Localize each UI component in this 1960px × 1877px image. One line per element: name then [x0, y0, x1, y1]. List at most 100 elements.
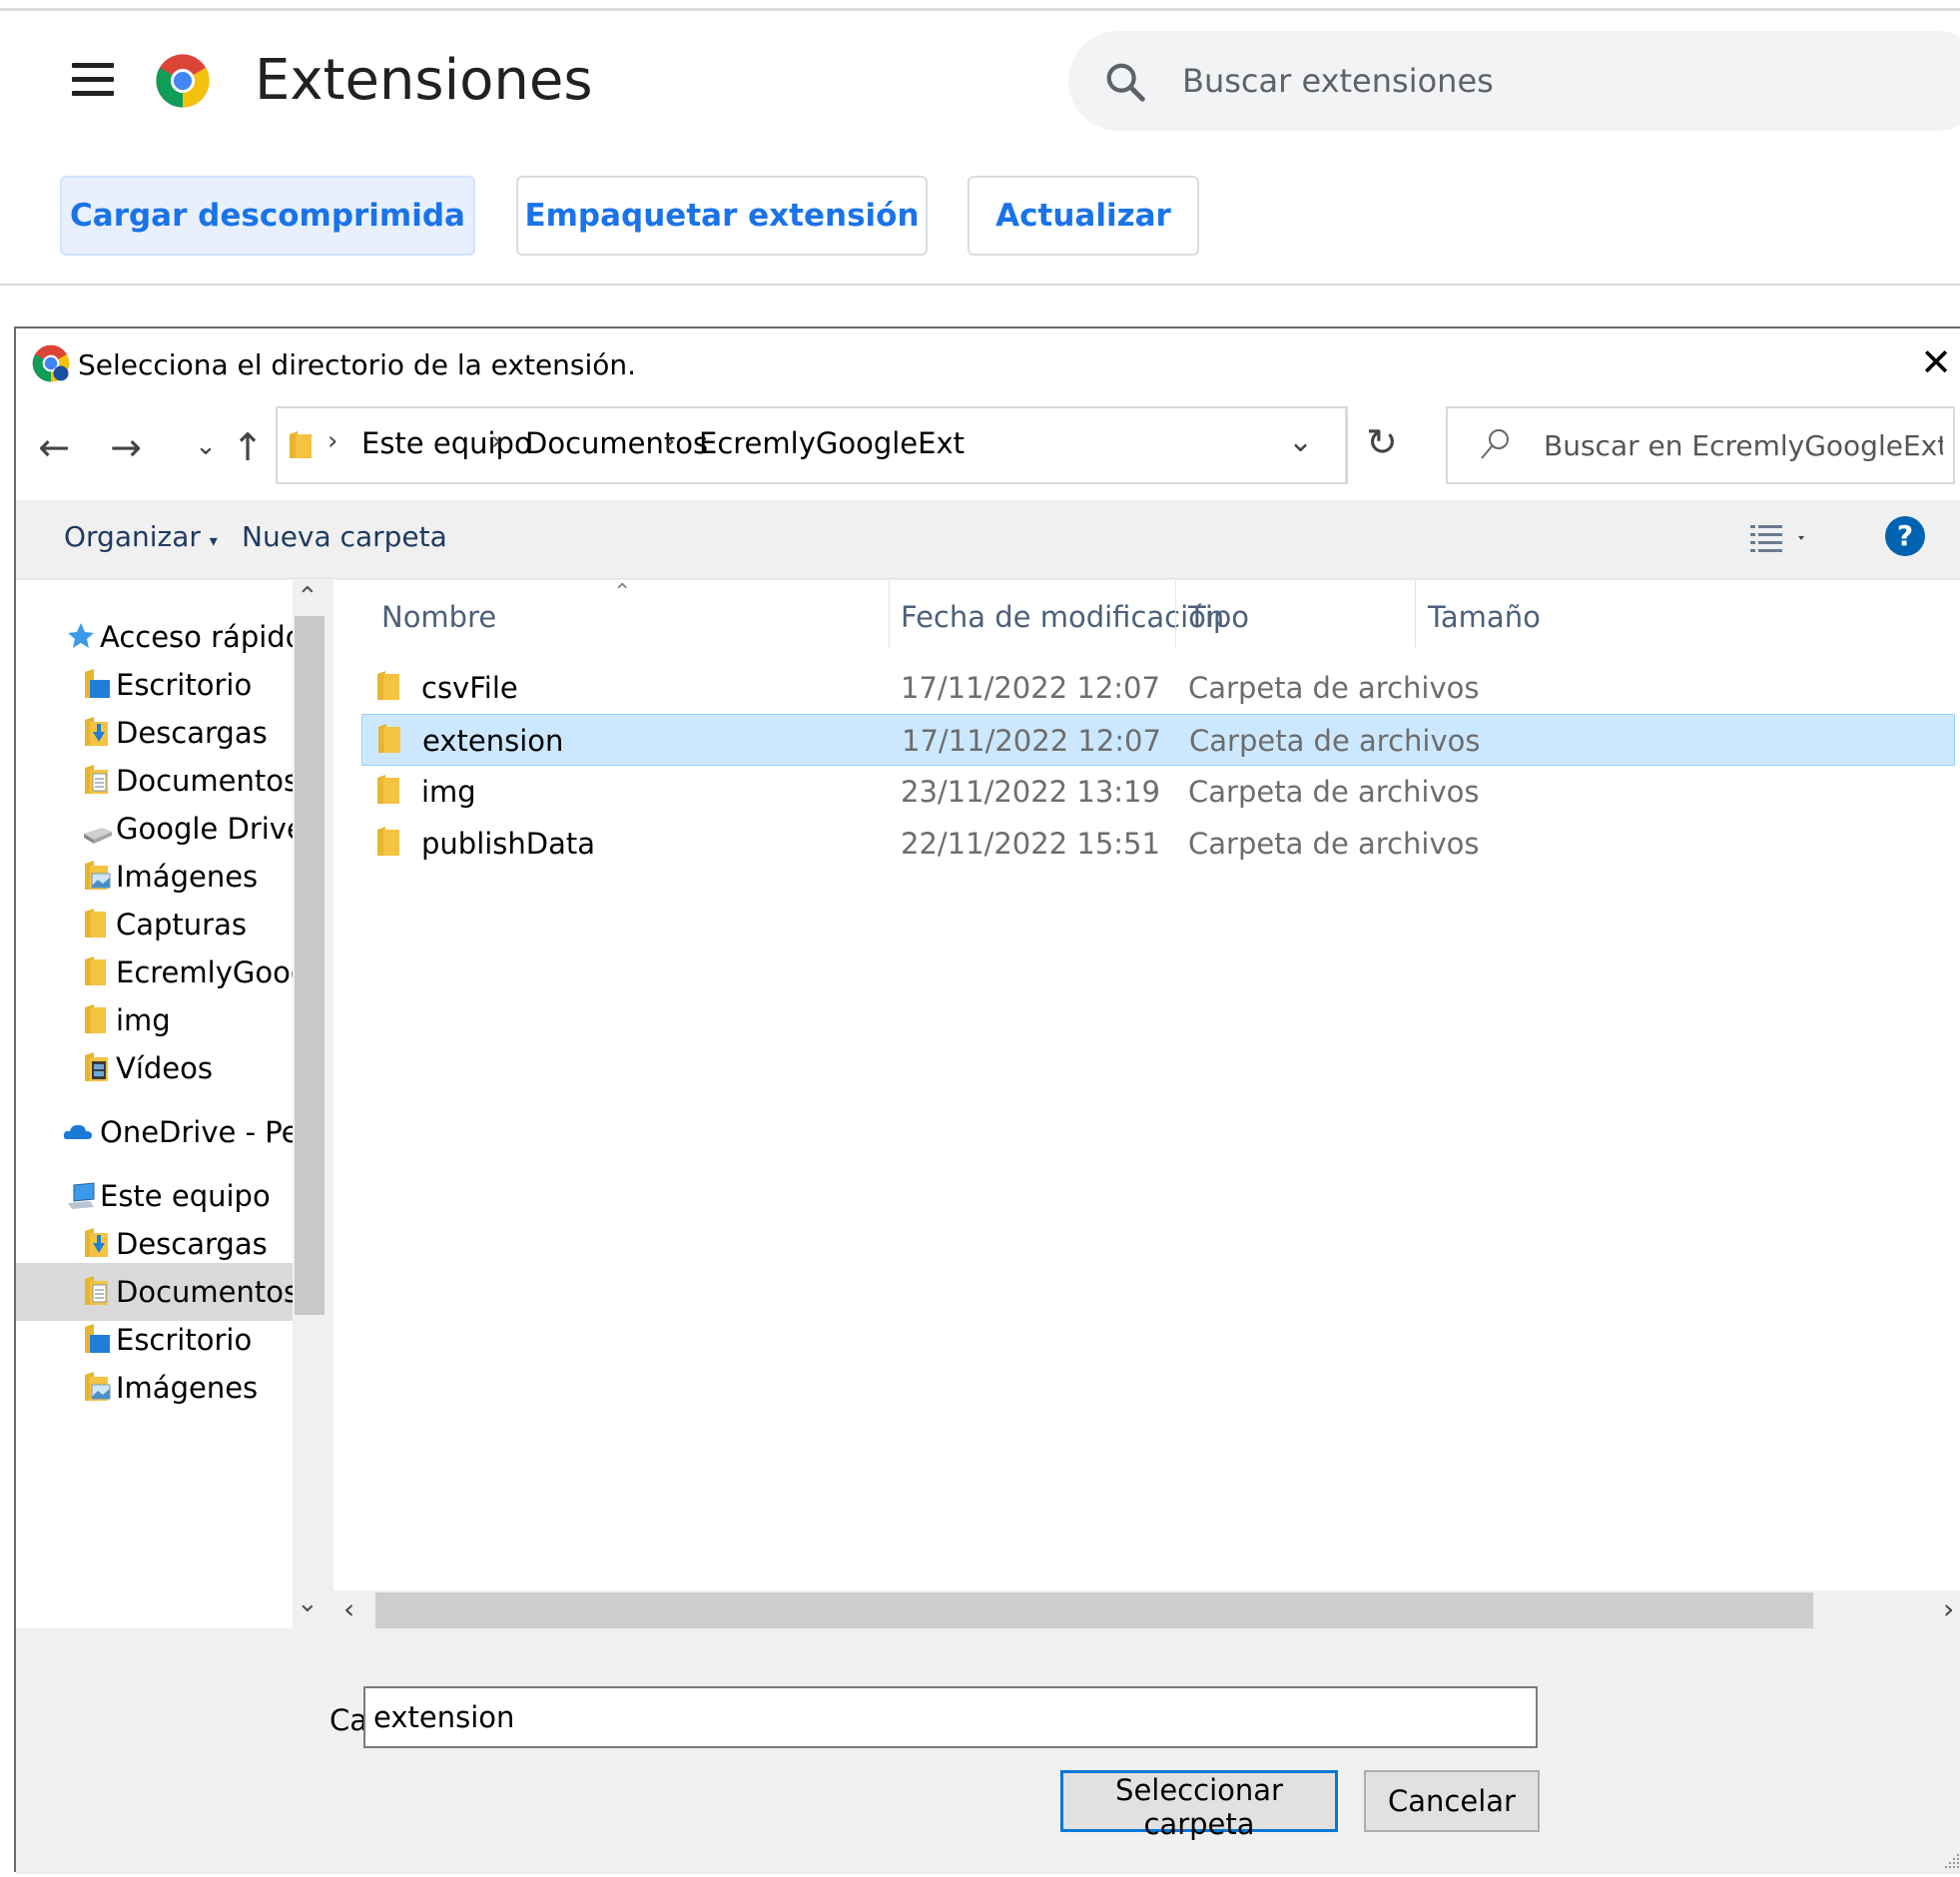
- folder-name-input[interactable]: [363, 1686, 1538, 1748]
- folder-picker-dialog: Selecciona el directorio de la extensión…: [14, 326, 1960, 1874]
- nav-label: Descargas: [116, 1227, 268, 1261]
- scrollbar-thumb[interactable]: [295, 616, 325, 1315]
- nav-label: Imágenes: [116, 860, 259, 894]
- folder-icon: [378, 724, 400, 753]
- nav-label: Documentos: [116, 1275, 300, 1309]
- resize-grip-icon[interactable]: [1941, 1850, 1960, 1870]
- nav-label: img: [116, 1003, 171, 1037]
- new-folder-button[interactable]: Nueva carpeta: [242, 520, 447, 553]
- nav-label: Capturas: [116, 908, 247, 941]
- column-header-type[interactable]: Tipo: [1188, 600, 1249, 634]
- cancel-button[interactable]: Cancelar: [1364, 1770, 1540, 1832]
- file-name: img: [421, 775, 476, 809]
- navigation-pane: Acceso rápido Escritorio Descargas Docum…: [16, 580, 326, 1628]
- downloads-folder-icon: [85, 1228, 108, 1257]
- toolbar-divider: [0, 284, 1960, 286]
- nav-pane-scrollbar[interactable]: ⌃ ⌄: [293, 580, 326, 1628]
- file-row[interactable]: csvFile 17/11/2022 12:07 Carpeta de arch…: [361, 662, 1955, 714]
- command-bar: Organizar ▾ Nueva carpeta ?: [16, 500, 1960, 579]
- chrome-logo-icon: [156, 54, 210, 108]
- refresh-icon[interactable]: ↻: [1366, 420, 1398, 464]
- breadcrumb-separator-icon: ›: [665, 426, 676, 456]
- organize-button[interactable]: Organizar ▾: [64, 520, 218, 553]
- search-icon: [1481, 429, 1509, 459]
- downloads-folder-icon: [85, 717, 108, 746]
- sort-ascending-icon: ⌃: [613, 580, 632, 605]
- select-folder-button[interactable]: Seleccionar carpeta: [1060, 1770, 1338, 1841]
- file-date: 17/11/2022 12:07: [902, 724, 1161, 758]
- documents-folder-icon: [85, 765, 108, 794]
- file-type: Carpeta de archivos: [1188, 775, 1480, 809]
- file-type: Carpeta de archivos: [1189, 724, 1481, 758]
- extensions-search[interactable]: [1068, 31, 1960, 131]
- pack-extension-button[interactable]: Empaquetar extensión: [516, 176, 928, 256]
- back-arrow-icon[interactable]: ←: [32, 425, 76, 469]
- nav-label: Vídeos: [116, 1051, 213, 1085]
- file-name: csvFile: [421, 671, 518, 705]
- scroll-up-icon[interactable]: ⌃: [297, 582, 319, 612]
- breadcrumb-separator-icon: ›: [491, 426, 502, 456]
- file-row-selected[interactable]: extension 17/11/2022 12:07 Carpeta de ar…: [361, 714, 1955, 766]
- scroll-down-icon[interactable]: ⌄: [297, 1588, 319, 1618]
- load-unpacked-button[interactable]: Cargar descomprimida: [60, 176, 475, 256]
- organize-label: Organizar: [64, 520, 201, 553]
- column-header-size[interactable]: Tamaño: [1428, 600, 1541, 634]
- breadcrumb-documentos[interactable]: Documentos: [525, 426, 708, 460]
- file-row[interactable]: publishData 22/11/2022 15:51 Carpeta de …: [361, 818, 1955, 870]
- nav-label: Imágenes: [116, 1371, 259, 1405]
- pictures-folder-icon: [85, 861, 111, 890]
- file-row[interactable]: img 23/11/2022 13:19 Carpeta de archivos: [361, 766, 1955, 818]
- desktop-folder-icon: [85, 669, 110, 698]
- file-date: 23/11/2022 13:19: [901, 775, 1160, 809]
- search-icon: [1106, 63, 1145, 102]
- column-divider: [1175, 580, 1176, 648]
- up-arrow-icon[interactable]: ↑: [226, 425, 270, 469]
- folder-icon: [85, 909, 106, 938]
- column-divider: [889, 580, 890, 648]
- computer-icon: [68, 1182, 95, 1209]
- page-title: Extensiones: [255, 48, 593, 113]
- breadcrumb-este-equipo[interactable]: Este equipo: [361, 426, 532, 460]
- nav-label: Este equipo: [100, 1179, 271, 1213]
- file-type: Carpeta de archivos: [1188, 671, 1480, 705]
- star-icon: [68, 623, 94, 648]
- folder-search-box[interactable]: [1446, 406, 1955, 484]
- drive-icon: [84, 828, 112, 844]
- pictures-folder-icon: [85, 1372, 111, 1401]
- search-input[interactable]: [1182, 55, 1901, 107]
- scroll-right-icon[interactable]: ›: [1943, 1592, 1954, 1625]
- file-list: ⌃ Nombre Fecha de modificación Tipo Tama…: [333, 580, 1960, 1630]
- column-header-name[interactable]: Nombre: [381, 600, 496, 634]
- file-list-horizontal-scrollbar[interactable]: ‹ ›: [333, 1590, 1960, 1630]
- help-icon[interactable]: ?: [1885, 516, 1925, 556]
- forward-arrow-icon[interactable]: →: [104, 425, 148, 469]
- nav-label: Escritorio: [116, 1323, 253, 1357]
- recent-locations-chevron-icon[interactable]: ⌄: [184, 431, 228, 461]
- dialog-titlebar: Selecciona el directorio de la extensión…: [16, 328, 1960, 403]
- nav-label: Google Drive: [116, 812, 305, 846]
- desktop-folder-icon: [85, 1324, 110, 1353]
- onedrive-cloud-icon: [63, 1124, 92, 1139]
- menu-icon[interactable]: [72, 63, 114, 97]
- folder-search-input[interactable]: [1544, 422, 1943, 468]
- file-type: Carpeta de archivos: [1188, 827, 1480, 861]
- folder-icon: [377, 827, 399, 856]
- address-dropdown-icon[interactable]: ⌄: [1288, 424, 1313, 459]
- file-name: publishData: [421, 827, 596, 861]
- close-icon[interactable]: ✕: [1913, 340, 1959, 384]
- nav-label: Documentos: [116, 764, 300, 798]
- scroll-left-icon[interactable]: ‹: [343, 1592, 354, 1625]
- folder-icon: [85, 956, 106, 985]
- view-options-icon[interactable]: [1748, 522, 1808, 556]
- nav-label: Descargas: [116, 716, 268, 750]
- dialog-footer: Carpeta: Seleccionar carpeta Cancelar: [16, 1628, 1960, 1874]
- file-name: extension: [422, 724, 564, 758]
- dialog-title: Selecciona el directorio de la extensión…: [78, 348, 637, 381]
- documents-folder-icon: [85, 1276, 108, 1305]
- organize-dropdown-icon: ▾: [209, 531, 218, 550]
- scrollbar-thumb[interactable]: [375, 1592, 1813, 1628]
- column-divider: [1415, 580, 1416, 648]
- update-button[interactable]: Actualizar: [968, 176, 1199, 256]
- address-bar[interactable]: › Este equipo › Documentos › EcremlyGoog…: [276, 406, 1398, 484]
- breadcrumb-ecremlygoogleext[interactable]: EcremlyGoogleExt: [699, 426, 965, 460]
